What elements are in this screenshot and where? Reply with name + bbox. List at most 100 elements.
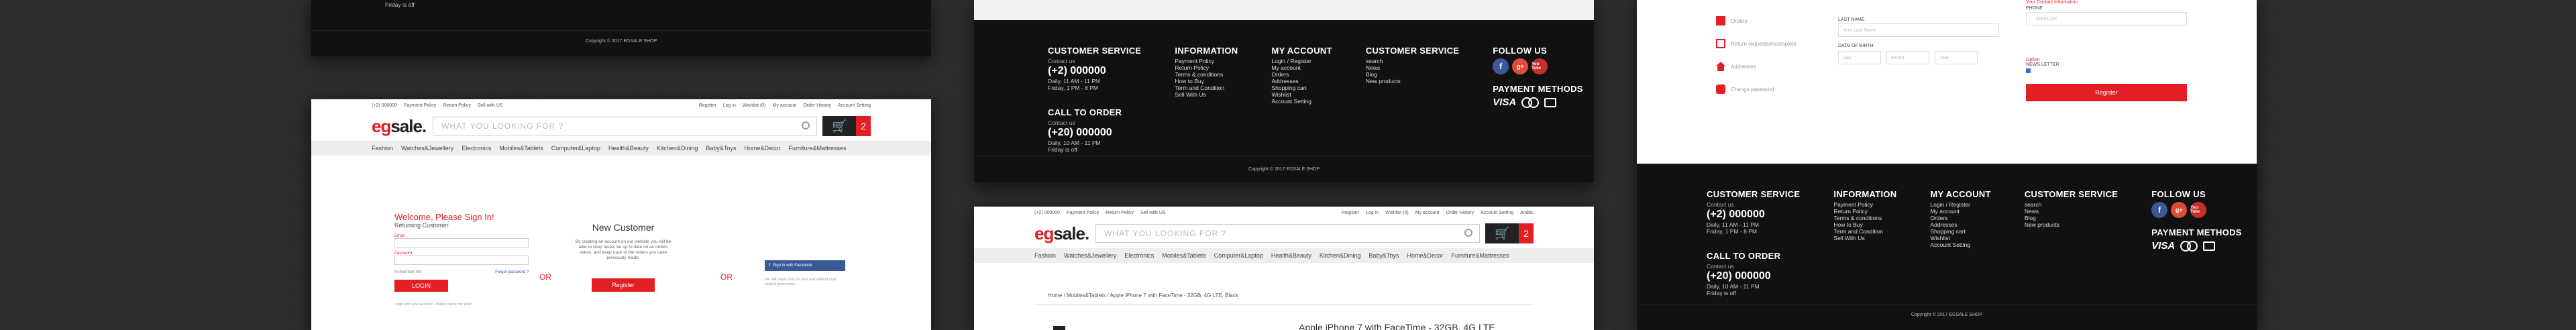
category-link[interactable]: Electronics [1124,252,1154,259]
store-logo[interactable]: egsale. [1034,223,1089,244]
register-submit-button[interactable]: Register [2026,84,2187,101]
topbar-language-link[interactable]: Arabic [1520,211,1534,215]
register-button[interactable]: Register [592,278,655,292]
breadcrumb[interactable]: Home / Mobiles&Tablets / Apple iPhone 7 … [1048,292,1238,298]
footer-link[interactable]: Login / Register [1930,201,1990,208]
footer-link[interactable]: How to Buy [1833,221,1896,228]
youtube-icon[interactable]: You Tube [2190,202,2207,218]
footer-link[interactable]: search [2025,201,2118,208]
topbar-login-link[interactable]: Log in [723,103,736,108]
category-link[interactable]: Computer&Laptop [551,145,600,152]
footer-link[interactable]: Payment Policy [1833,201,1896,208]
dob-year-select[interactable]: Year [1935,51,1978,64]
footer-link[interactable]: Terms & conditions [1175,71,1238,78]
category-link[interactable]: Watches&Jewellery [1064,252,1116,259]
category-link[interactable]: Kitchen&Dining [1320,252,1361,259]
search-icon[interactable] [1464,229,1472,237]
cart-button[interactable]: 🛒 2 [822,116,871,136]
topbar-link[interactable]: Sell with US [478,103,503,108]
topbar-login-link[interactable]: Log in [1366,211,1379,215]
footer-link[interactable]: Addresses [1930,221,1990,228]
google-plus-icon[interactable]: g+ [2171,202,2188,218]
sidebar-item-password[interactable]: Change password [1716,78,1796,101]
category-link[interactable]: Computer&Laptop [1214,252,1263,259]
search-input[interactable]: WHAT YOU LOOKING FOR ? [1095,224,1480,243]
footer-link[interactable]: New products [2025,221,2118,228]
search-input[interactable]: WHAT YOU LOOKING FOR ? [433,117,817,135]
footer-link[interactable]: New products [1366,78,1459,85]
category-link[interactable]: Electronics [462,145,491,152]
footer-link[interactable]: My account [1271,64,1332,71]
category-link[interactable]: Kitchen&Dining [657,145,698,152]
sidebar-item-returns[interactable]: Return requests/incomplete [1716,32,1796,55]
sidebar-item-addresses[interactable]: Addresses [1716,55,1796,78]
topbar-wishlist-link[interactable]: Wishlist (0) [743,103,766,108]
topbar-link[interactable]: Payment Policy [404,103,436,108]
footer-link[interactable]: Orders [1930,215,1990,221]
footer-link[interactable]: Blog [1366,71,1459,78]
topbar-account-link[interactable]: My account [773,103,797,108]
footer-link[interactable]: Term and Condition [1833,228,1896,235]
facebook-signin-button[interactable]: f Sign in with Facebook [765,260,845,271]
footer-link[interactable]: Term and Condition [1175,85,1238,91]
category-link[interactable]: Mobiles&Tablets [499,145,543,152]
category-link[interactable]: Baby&Toys [706,145,736,152]
password-field[interactable] [394,256,529,265]
category-link[interactable]: Fashion [1034,252,1056,259]
footer-link[interactable]: Sell With Us [1175,91,1238,98]
topbar-orders-link[interactable]: Order History [803,103,831,108]
footer-link[interactable]: Login / Register [1271,58,1332,64]
footer-link[interactable]: Account Setting [1271,98,1332,105]
dob-day-select[interactable]: Day [1838,51,1881,64]
footer-link[interactable]: search [1366,58,1459,64]
topbar-account-link[interactable]: My account [1415,211,1440,215]
facebook-icon[interactable]: f [2151,202,2168,218]
youtube-icon[interactable]: You Tube [1532,58,1548,74]
login-button[interactable]: LOGIN [394,280,448,292]
store-logo[interactable]: egsale. [372,116,427,137]
category-link[interactable]: Furniture&Mattresses [788,145,846,152]
topbar-link[interactable]: Sell with US [1140,211,1166,215]
category-link[interactable]: Furniture&Mattresses [1451,252,1509,259]
forgot-password-link[interactable]: Forgot password ? [495,270,529,274]
topbar-link[interactable]: Payment Policy [1067,211,1099,215]
remember-checkbox[interactable]: Remember Me [394,270,421,274]
footer-link[interactable]: Shopping cart [1271,85,1332,91]
search-icon[interactable] [802,121,810,129]
topbar-settings-link[interactable]: Account Setting [1481,211,1513,215]
topbar-orders-link[interactable]: Order History [1446,211,1474,215]
category-link[interactable]: Health&Beauty [1271,252,1311,259]
footer-link[interactable]: Addresses [1271,78,1332,85]
topbar-wishlist-link[interactable]: Wishlist (0) [1385,211,1409,215]
footer-link[interactable]: Blog [2025,215,2118,221]
phone-input[interactable]: 01001234 [2026,12,2187,25]
newsletter-checkbox[interactable] [2026,68,2031,73]
footer-link[interactable]: Wishlist [1271,91,1332,98]
sidebar-item-orders[interactable]: Orders [1716,9,1796,32]
footer-link[interactable]: Wishlist [1930,235,1990,241]
facebook-icon[interactable]: f [1493,58,1509,74]
footer-link[interactable]: Shopping cart [1930,228,1990,235]
footer-link[interactable]: My account [1930,208,1990,215]
topbar-settings-link[interactable]: Account Setting [838,103,871,108]
category-link[interactable]: Mobiles&Tablets [1162,252,1206,259]
footer-link[interactable]: Return Policy [1175,64,1238,71]
footer-link[interactable]: Return Policy [1833,208,1896,215]
footer-link[interactable]: Sell With Us [1833,235,1896,241]
footer-link[interactable]: Orders [1271,71,1332,78]
google-plus-icon[interactable]: g+ [1512,58,1529,74]
dob-month-select[interactable]: Month [1886,51,1929,64]
cart-button[interactable]: 🛒 2 [1485,223,1534,243]
footer-link[interactable]: Payment Policy [1175,58,1238,64]
category-link[interactable]: Baby&Toys [1368,252,1399,259]
category-link[interactable]: Health&Beauty [608,145,649,152]
footer-link[interactable]: News [2025,208,2118,215]
category-link[interactable]: Fashion [372,145,393,152]
topbar-link[interactable]: Return Policy [1106,211,1134,215]
footer-link[interactable]: Account Setting [1930,241,1990,248]
topbar-register-link[interactable]: Register [1342,211,1359,215]
topbar-link[interactable]: Return Policy [443,103,471,108]
last-name-input[interactable]: Your Last Name [1838,23,1999,37]
category-link[interactable]: Home&Decor [1407,252,1443,259]
category-link[interactable]: Home&Decor [744,145,780,152]
